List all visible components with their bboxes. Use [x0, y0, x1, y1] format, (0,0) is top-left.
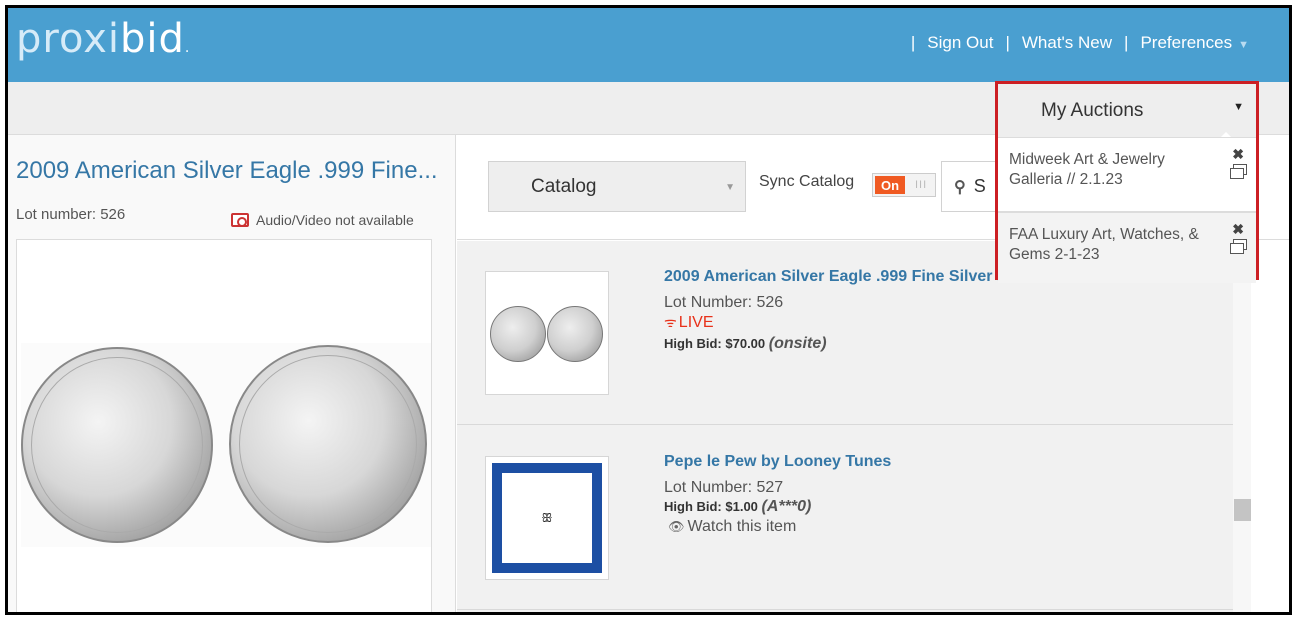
- eye-icon: 👁: [668, 519, 685, 534]
- auction-name: Midweek Art & Jewelry Galleria // 2.1.23: [1009, 151, 1165, 188]
- auction-menu-item[interactable]: FAA Luxury Art, Watches, & Gems 2-1-23 ✖: [998, 211, 1256, 283]
- top-nav-links: | Sign Out | What's New | Preferences ▼: [899, 33, 1249, 53]
- camera-icon: [231, 213, 249, 227]
- chevron-down-icon: ▼: [725, 182, 735, 193]
- sign-out-link[interactable]: Sign Out: [927, 33, 993, 53]
- open-window-icon[interactable]: [1230, 239, 1247, 254]
- lot-number: Lot number: 526: [16, 206, 126, 223]
- high-bid-note: (onsite): [768, 335, 827, 352]
- browser-frame: proxibid. | Sign Out | What's New | Pref…: [5, 5, 1292, 615]
- framed-art-image: ꕥ: [492, 463, 602, 573]
- catalog-select[interactable]: Catalog ▼: [488, 161, 746, 212]
- coin-reverse: [229, 345, 427, 543]
- caret-down-icon: ▼: [1233, 101, 1244, 113]
- my-auctions-button[interactable]: My Auctions ▼: [998, 84, 1256, 137]
- nav-separator: |: [1005, 33, 1010, 52]
- high-bid: High Bid: $70.00 (onsite): [664, 335, 827, 353]
- open-window-icon[interactable]: [1230, 164, 1247, 179]
- live-signal-icon: ᯤ: [664, 314, 677, 330]
- item-title[interactable]: Pepe le Pew by Looney Tunes: [664, 453, 891, 471]
- high-bid: High Bid: $1.00 (A***0): [664, 498, 811, 516]
- av-status: Audio/Video not available: [231, 212, 414, 228]
- auction-menu-item[interactable]: Midweek Art & Jewelry Galleria // 2.1.23…: [998, 137, 1256, 209]
- av-status-label: Audio/Video not available: [256, 212, 414, 228]
- scrollbar-thumb[interactable]: [1234, 499, 1251, 521]
- live-badge: ᯤ LIVE: [664, 313, 713, 332]
- proxibid-logo[interactable]: proxibid.: [16, 16, 190, 62]
- close-icon[interactable]: ✖: [1232, 146, 1244, 163]
- sync-catalog-toggle[interactable]: On III: [872, 173, 936, 197]
- art-figure: ꕥ: [541, 510, 553, 525]
- item-lot-number: Lot Number: 527: [664, 479, 784, 496]
- whats-new-link[interactable]: What's New: [1022, 33, 1112, 53]
- high-bid-note: (A***0): [761, 498, 812, 515]
- sync-catalog-label: Sync Catalog: [759, 173, 855, 190]
- item-thumbnail[interactable]: [485, 271, 609, 395]
- coin-thumb-reverse: [547, 306, 603, 362]
- lot-list: 2009 American Silver Eagle .999 Fine Sil…: [457, 241, 1233, 612]
- live-label: LIVE: [678, 314, 714, 331]
- toggle-grip: III: [915, 179, 928, 191]
- search-value: S: [973, 176, 986, 196]
- nav-separator: |: [1124, 33, 1129, 52]
- preferences-label: Preferences: [1140, 33, 1233, 52]
- list-item[interactable]: ꕥ Pepe le Pew by Looney Tunes Lot Number…: [457, 426, 1233, 610]
- lot-detail-panel: 2009 American Silver Eagle .999 Fine... …: [8, 135, 456, 612]
- my-auctions-label: My Auctions: [1041, 99, 1144, 121]
- lot-title[interactable]: 2009 American Silver Eagle .999 Fine...: [16, 157, 438, 185]
- logo-text-light: proxi: [16, 16, 120, 62]
- watch-item-link[interactable]: 👁 Watch this item: [668, 518, 796, 536]
- list-scrollbar[interactable]: [1233, 241, 1251, 612]
- my-auctions-dropdown: My Auctions ▼ Midweek Art & Jewelry Gall…: [995, 81, 1259, 283]
- preferences-menu[interactable]: Preferences ▼: [1140, 33, 1249, 53]
- item-thumbnail[interactable]: ꕥ: [485, 456, 609, 580]
- coin-thumb-obverse: [490, 306, 546, 362]
- search-icon: ⚲: [954, 178, 966, 196]
- coin-obverse: [21, 347, 213, 543]
- close-icon[interactable]: ✖: [1232, 221, 1244, 238]
- chevron-down-icon: ▼: [1238, 39, 1249, 51]
- watch-label: Watch this item: [687, 518, 797, 535]
- logo-text-bold: bid: [119, 16, 185, 62]
- item-lot-number: Lot Number: 526: [664, 294, 784, 311]
- high-bid-amount: High Bid: $70.00: [664, 336, 766, 351]
- lot-image[interactable]: [16, 239, 432, 612]
- coin-photo: [21, 343, 431, 547]
- nav-separator: |: [910, 33, 916, 52]
- logo-dot: .: [184, 40, 191, 56]
- top-navigation-bar: proxibid. | Sign Out | What's New | Pref…: [8, 8, 1289, 82]
- high-bid-amount: High Bid: $1.00: [664, 499, 758, 514]
- toggle-on-label: On: [875, 176, 905, 194]
- auction-name: FAA Luxury Art, Watches, & Gems 2-1-23: [1009, 226, 1199, 263]
- catalog-select-value: Catalog: [531, 175, 597, 197]
